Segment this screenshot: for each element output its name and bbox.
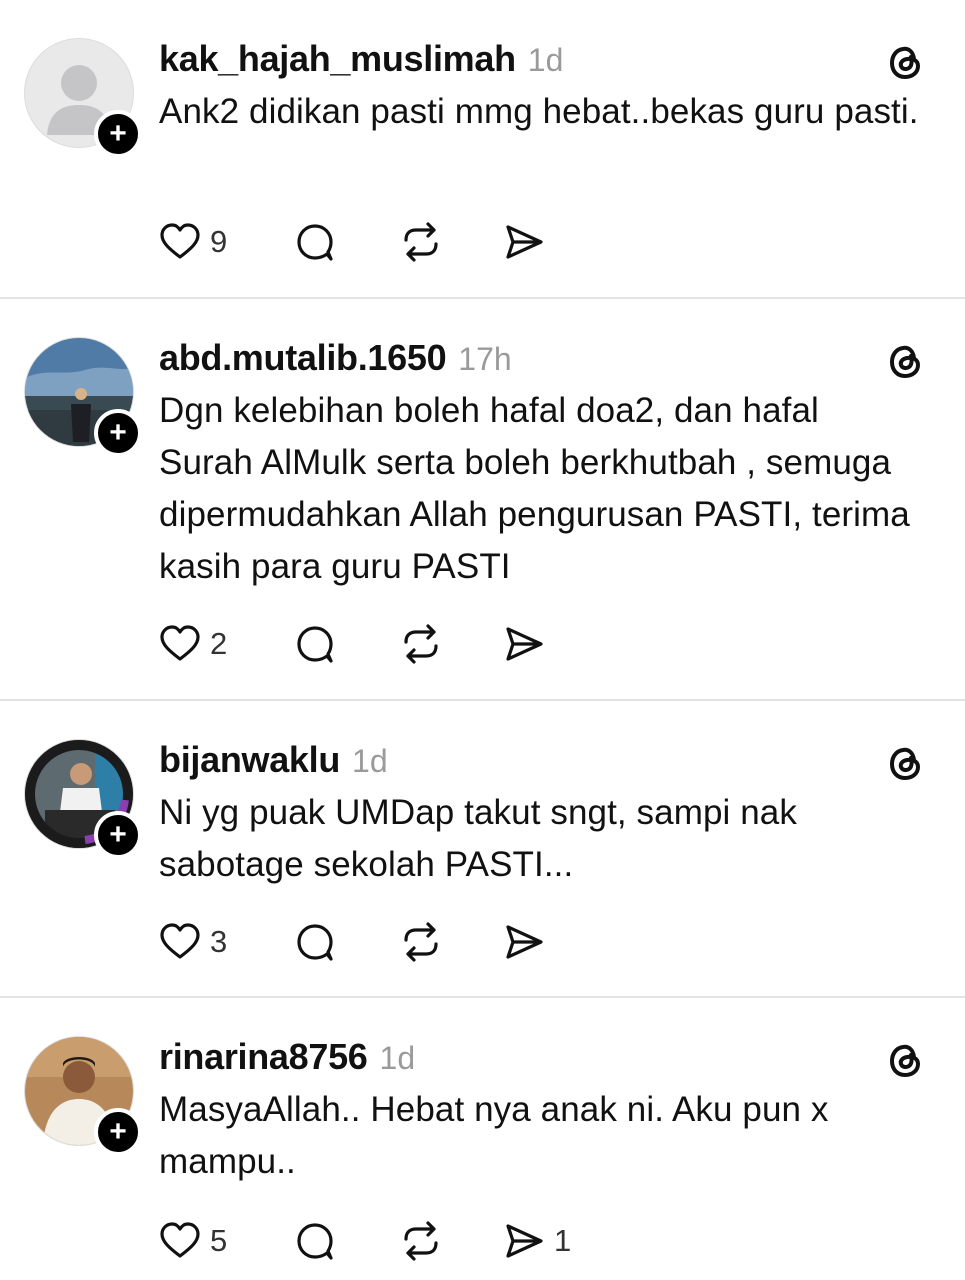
repost-button[interactable] xyxy=(398,920,502,964)
share-count: 1 xyxy=(554,1223,572,1258)
username[interactable]: bijanwaklu xyxy=(159,739,340,781)
plus-icon: + xyxy=(109,818,127,851)
threads-icon[interactable] xyxy=(884,741,928,785)
heart-icon xyxy=(160,1222,200,1258)
share-icon xyxy=(506,925,543,959)
action-bar: 2 xyxy=(158,622,546,666)
repost-icon xyxy=(404,222,438,262)
repost-icon xyxy=(404,922,438,962)
divider xyxy=(0,996,965,998)
reply-icon xyxy=(297,626,333,663)
comment-header: abd.mutalib.1650 17h xyxy=(159,337,512,379)
threads-icon[interactable] xyxy=(884,339,928,383)
reply-button[interactable] xyxy=(293,920,398,964)
comment-item[interactable]: + rinarina8756 1d MasyaAllah.. Hebat nya… xyxy=(0,1036,965,1276)
reply-icon xyxy=(297,224,333,261)
timestamp: 17h xyxy=(458,341,512,377)
heart-icon xyxy=(160,625,200,661)
action-bar: 3 xyxy=(158,920,546,964)
comment-text: MasyaAllah.. Hebat nya anak ni. Aku pun … xyxy=(159,1090,829,1181)
follow-button[interactable]: + xyxy=(94,110,142,158)
comment-text: Ank2 didikan pasti mmg hebat..bekas guru… xyxy=(159,92,919,131)
comment-text: Ni yg puak UMDap takut sngt, sampi nak s… xyxy=(159,793,797,884)
share-button[interactable] xyxy=(502,220,546,264)
comment-item[interactable]: + abd.mutalib.1650 17h Dgn kelebihan bol… xyxy=(0,337,965,667)
comment-item[interactable]: + bijanwaklu 1d Ni yg puak UMDap takut s… xyxy=(0,739,965,969)
follow-button[interactable]: + xyxy=(94,1108,142,1156)
username[interactable]: rinarina8756 xyxy=(159,1036,368,1078)
follow-button[interactable]: + xyxy=(94,811,142,859)
avatar[interactable]: + xyxy=(24,1036,142,1156)
share-button[interactable] xyxy=(502,622,546,666)
heart-icon xyxy=(160,923,200,959)
comment-header: kak_hajah_muslimah 1d xyxy=(159,38,564,80)
comment-item[interactable]: + kak_hajah_muslimah 1d Ank2 didikan pas… xyxy=(0,38,965,268)
reply-icon xyxy=(297,1223,333,1260)
like-button[interactable]: 3 xyxy=(158,920,293,964)
comment-text: Dgn kelebihan boleh hafal doa2, dan hafa… xyxy=(159,391,910,586)
repost-button[interactable] xyxy=(398,220,502,264)
repost-icon xyxy=(404,624,438,664)
like-count: 9 xyxy=(210,224,228,259)
timestamp: 1d xyxy=(527,42,564,78)
reply-button[interactable] xyxy=(293,1219,398,1263)
action-bar: 5 1 xyxy=(158,1219,571,1263)
like-button[interactable]: 2 xyxy=(158,622,293,666)
like-count: 3 xyxy=(210,924,228,959)
divider xyxy=(0,297,965,299)
heart-icon xyxy=(160,223,200,259)
plus-icon: + xyxy=(109,416,127,449)
share-button[interactable] xyxy=(502,920,546,964)
username[interactable]: abd.mutalib.1650 xyxy=(159,337,447,379)
like-count: 5 xyxy=(210,1223,228,1258)
share-button[interactable]: 1 xyxy=(502,1219,571,1263)
repost-button[interactable] xyxy=(398,1219,502,1263)
comment-header: rinarina8756 1d xyxy=(159,1036,416,1078)
timestamp: 1d xyxy=(352,743,388,779)
repost-icon xyxy=(404,1221,438,1261)
like-count: 2 xyxy=(210,626,228,661)
share-icon xyxy=(506,1224,543,1258)
divider xyxy=(0,699,965,701)
share-icon xyxy=(506,627,543,661)
timestamp: 1d xyxy=(379,1040,416,1076)
repost-button[interactable] xyxy=(398,622,502,666)
action-bar: 9 xyxy=(158,220,546,264)
avatar[interactable]: + xyxy=(24,337,142,457)
threads-icon[interactable] xyxy=(884,40,928,84)
follow-button[interactable]: + xyxy=(94,409,142,457)
plus-icon: + xyxy=(109,1115,127,1148)
plus-icon: + xyxy=(109,117,127,150)
reply-button[interactable] xyxy=(293,220,398,264)
share-icon xyxy=(506,225,543,259)
like-button[interactable]: 9 xyxy=(158,220,293,264)
comment-header: bijanwaklu 1d xyxy=(159,739,388,781)
reply-button[interactable] xyxy=(293,622,398,666)
reply-icon xyxy=(297,924,333,961)
like-button[interactable]: 5 xyxy=(158,1219,293,1263)
threads-icon[interactable] xyxy=(884,1038,928,1082)
username[interactable]: kak_hajah_muslimah xyxy=(159,38,516,80)
avatar[interactable]: + xyxy=(24,38,142,158)
avatar[interactable]: + xyxy=(24,739,142,859)
